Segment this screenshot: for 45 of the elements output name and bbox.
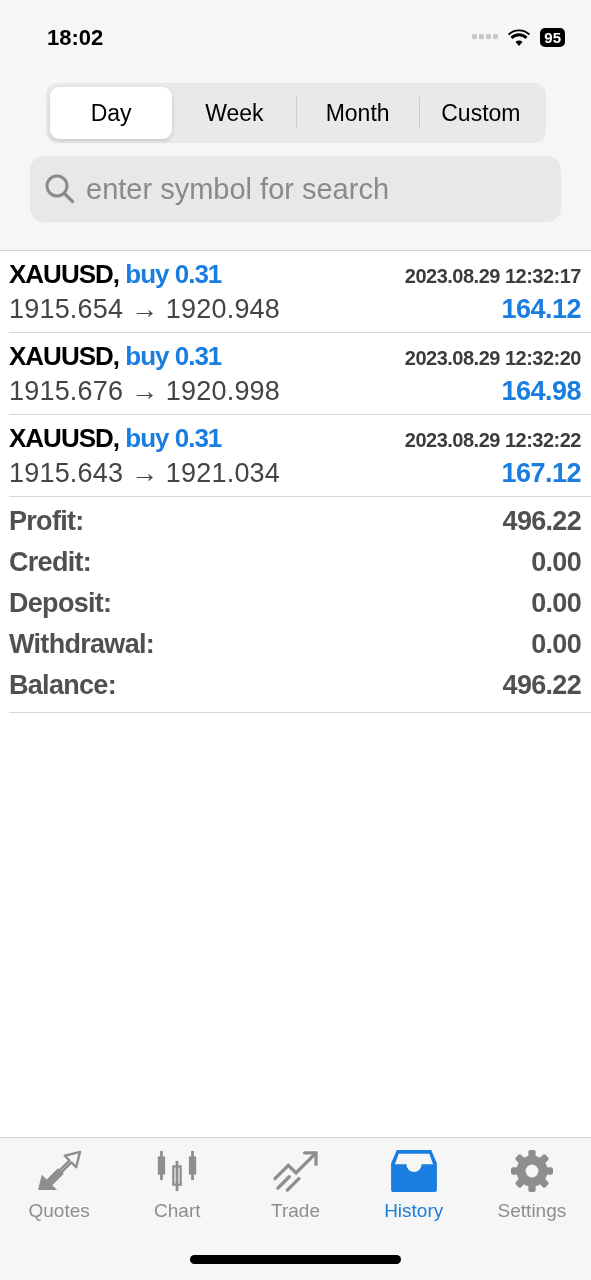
period-tab[interactable]: Day [50,87,173,139]
tab-bar-item[interactable]: History [354,1150,473,1222]
price-range: 1915.643 → 1921.034 [9,457,281,489]
tab-bar-item[interactable]: Trade [236,1150,355,1222]
deal-profit: 167.12 [501,457,581,489]
period-tab[interactable]: Week [173,87,296,139]
summary-value: 496.22 [502,506,581,537]
deal-type: buy 0.31 [125,422,222,453]
battery-level: 95 [540,27,565,47]
deal-time: 2023.08.29 12:32:17 [404,264,581,288]
settings-icon [508,1150,555,1192]
signal-icon [472,34,499,40]
deal-time: 2023.08.29 12:32:22 [404,428,581,452]
summary-value: 496.22 [502,670,581,701]
symbol-name: XAUUSD, [9,258,119,289]
wifi-icon [508,28,531,46]
period-tab[interactable]: Custom [419,87,542,139]
price-range: 1915.676 → 1920.998 [9,375,281,407]
summary-label: Balance: [9,670,116,701]
arrows-icon [35,1150,84,1192]
search-field[interactable]: enter symbol for search [30,156,561,222]
home-indicator[interactable] [190,1255,401,1264]
summary-label: Profit: [9,506,84,537]
deal-type: buy 0.31 [125,258,222,289]
tab-bar-item[interactable]: Chart [118,1150,237,1222]
inbox-icon [389,1150,438,1192]
deal-profit: 164.98 [501,375,581,407]
deal-profit: 164.12 [501,293,581,325]
price-range: 1915.654 → 1920.948 [9,293,281,325]
summary-label: Withdrawal: [9,629,155,660]
summary-value: 0.00 [531,547,581,578]
clock: 18:02 [47,24,105,51]
deal-type: buy 0.31 [125,340,222,371]
summary-label: Deposit: [9,588,112,619]
tab-bar-item[interactable]: Settings [472,1150,591,1222]
tab-bar-item[interactable]: Quotes [0,1150,119,1222]
period-tab[interactable]: Month [296,87,419,139]
summary-value: 0.00 [531,629,581,660]
summary-value: 0.00 [531,588,581,619]
symbol-name: XAUUSD, [9,422,119,453]
deal-time: 2023.08.29 12:32:20 [404,346,581,370]
summary-label: Credit: [9,547,92,578]
trend-arrow-icon [270,1150,321,1192]
search-icon [44,173,76,205]
symbol-name: XAUUSD, [9,340,119,371]
